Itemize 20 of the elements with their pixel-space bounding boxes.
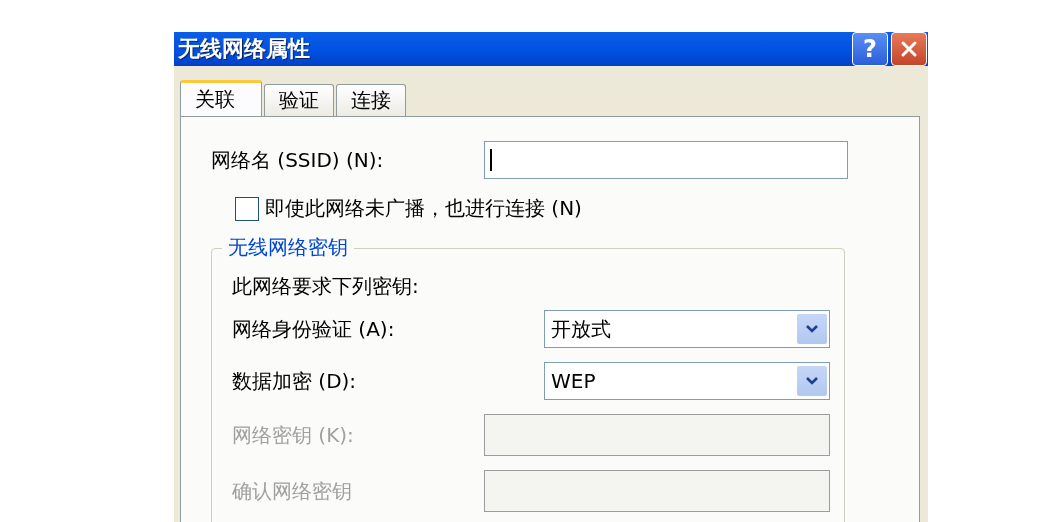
dropdown[interactable]: WEP bbox=[544, 362, 830, 400]
field-label: 确认网络密钥 bbox=[232, 477, 353, 505]
checkbox-label: 即使此网络未广播，也进行连接 (N) bbox=[265, 195, 582, 222]
close-button[interactable] bbox=[891, 32, 927, 66]
dropdown[interactable]: 开放式 bbox=[544, 310, 830, 348]
group-note: 此网络要求下列密钥: bbox=[232, 273, 420, 300]
field-label: 数据加密 (D): bbox=[232, 367, 358, 395]
field-label: 网络密钥 (K): bbox=[232, 421, 355, 449]
close-icon[interactable] bbox=[900, 40, 918, 58]
tab[interactable]: 连接 bbox=[336, 84, 406, 116]
help-button[interactable]: ? bbox=[852, 32, 888, 66]
field-label: 网络身份验证 (A): bbox=[232, 315, 396, 343]
ssid-field[interactable] bbox=[484, 141, 848, 179]
input-field[interactable] bbox=[484, 470, 830, 512]
ssid-label: 网络名 (SSID) (N): bbox=[211, 146, 385, 174]
tab[interactable]: 关联 bbox=[180, 80, 262, 116]
window-title: 无线网络属性 bbox=[178, 35, 310, 63]
input-field[interactable] bbox=[484, 414, 830, 456]
tab[interactable]: 验证 bbox=[264, 84, 334, 116]
checkbox[interactable] bbox=[235, 196, 259, 221]
